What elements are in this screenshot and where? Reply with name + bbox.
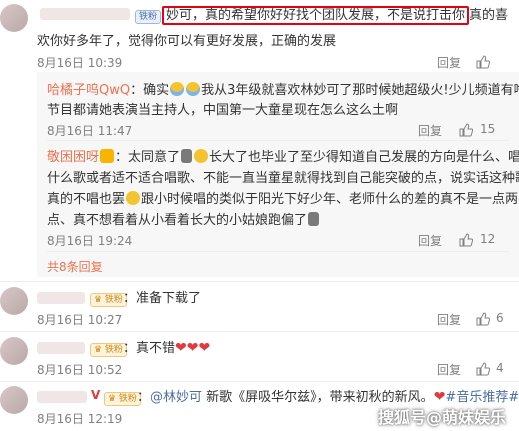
divider xyxy=(47,251,509,252)
reply-button[interactable]: 回复 xyxy=(437,54,461,71)
heart-icon: ❤ xyxy=(186,340,199,356)
reply-button[interactable]: 回复 xyxy=(418,232,442,249)
like-icon[interactable] xyxy=(476,362,491,380)
comment-text: 妙可，真的希望你好好找个团队发展，不是说打击你 真的喜 xyxy=(162,5,508,26)
highlighted-quote: 妙可，真的希望你好好找个团队发展，不是说打击你 xyxy=(162,6,470,25)
more-replies-link[interactable]: 共8条回复 xyxy=(47,258,103,275)
reply-date: 8月16日 11:47 xyxy=(47,124,133,138)
avatar[interactable] xyxy=(0,4,28,32)
reply-username[interactable]: 哈橘子呜QwQ xyxy=(47,83,130,98)
like-count: 4 xyxy=(496,361,504,375)
fan-level-badge: ♛ 铁粉 xyxy=(90,293,127,307)
reply-text-line2: 什么歌或者适不适合唱歌、不能一直当童星就得找到自己能突破的点，说实话这种歌 xyxy=(47,171,519,186)
like-icon[interactable] xyxy=(476,55,491,73)
reply-text: 敬困困呀 ：太同意了 长大了也毕业了至少得知道自己发展的方向是什么、唱 xyxy=(47,149,519,165)
like-icon[interactable] xyxy=(476,312,491,330)
fan-level-badge: ♛ 铁粉 xyxy=(90,343,127,357)
comment-text: ：准备下载了 xyxy=(123,291,202,306)
like-count: 12 xyxy=(480,232,496,246)
avatar[interactable] xyxy=(0,337,28,365)
reply-text-line4: 点、真不想看着从小看着长大的小姑娘跑偏了 xyxy=(47,210,320,231)
verified-v-icon: V xyxy=(91,388,101,402)
reply-username[interactable]: 敬困困呀 xyxy=(47,150,99,165)
crying-emoji-icon xyxy=(186,82,201,96)
username-blurred[interactable] xyxy=(37,292,85,304)
like-icon[interactable] xyxy=(459,233,474,251)
divider xyxy=(0,281,519,282)
reply-text-line2: 节目都请她表演当主持人，中国第一大童星现在怎么这么土啊 xyxy=(47,103,399,118)
username-blurred[interactable] xyxy=(37,342,85,354)
doge-emoji-icon xyxy=(194,149,209,163)
crying-emoji-icon xyxy=(170,82,185,96)
reply-text-line3: 真的不唱也罢 跟小时候唱的类似于阳光下好少年、老师什么的差的真不是一点两 xyxy=(47,191,519,207)
reply-button[interactable]: 回复 xyxy=(418,122,442,139)
avatar[interactable] xyxy=(0,287,28,315)
fan-badge: 铁粉 xyxy=(135,10,162,24)
reply-button[interactable]: 回复 xyxy=(437,361,461,378)
like-count: 15 xyxy=(480,122,496,136)
smile-emoji-icon xyxy=(126,191,141,205)
watermark: 搜狐号@萌妹娱乐 xyxy=(378,408,507,427)
username-blurred[interactable] xyxy=(40,8,130,20)
crown-icon xyxy=(100,149,115,163)
hashtag-link[interactable]: #音乐推荐# xyxy=(445,390,519,405)
reply-text: 哈橘子呜QwQ：确实 我从3年级就喜欢林妙可了那时候她超级火!少儿频道有啥 xyxy=(47,82,519,98)
tie-emoji-icon xyxy=(308,212,320,226)
avatar[interactable] xyxy=(0,386,28,414)
fan-level-badge: ♛ 铁粉 xyxy=(104,392,141,406)
mention-link[interactable]: @林妙可 xyxy=(150,390,202,405)
tie-emoji-icon xyxy=(181,149,193,163)
comment-date: 8月16日 10:27 xyxy=(37,313,123,327)
username-blurred[interactable] xyxy=(37,391,87,403)
comment-date: 8月16日 12:19 xyxy=(37,412,123,426)
comment-date: 8月16日 10:52 xyxy=(37,363,123,377)
divider xyxy=(0,381,519,382)
comment-text: ：真不错❤❤❤ xyxy=(123,340,211,356)
heart-icon: ❤ xyxy=(175,340,187,356)
comment-date: 8月16日 10:39 xyxy=(37,56,123,70)
comment-text-line2: 欢你好多年了，觉得你可以有更好发展，正确的发展 xyxy=(37,34,337,49)
reply-button[interactable]: 回复 xyxy=(437,311,461,328)
heart-icon: ❤ xyxy=(433,389,446,405)
divider xyxy=(47,140,509,141)
divider xyxy=(0,331,519,332)
heart-icon: ❤ xyxy=(198,340,211,356)
reply-date: 8月16日 19:24 xyxy=(47,234,133,248)
like-icon[interactable] xyxy=(459,123,474,141)
like-count: 6 xyxy=(496,311,504,325)
